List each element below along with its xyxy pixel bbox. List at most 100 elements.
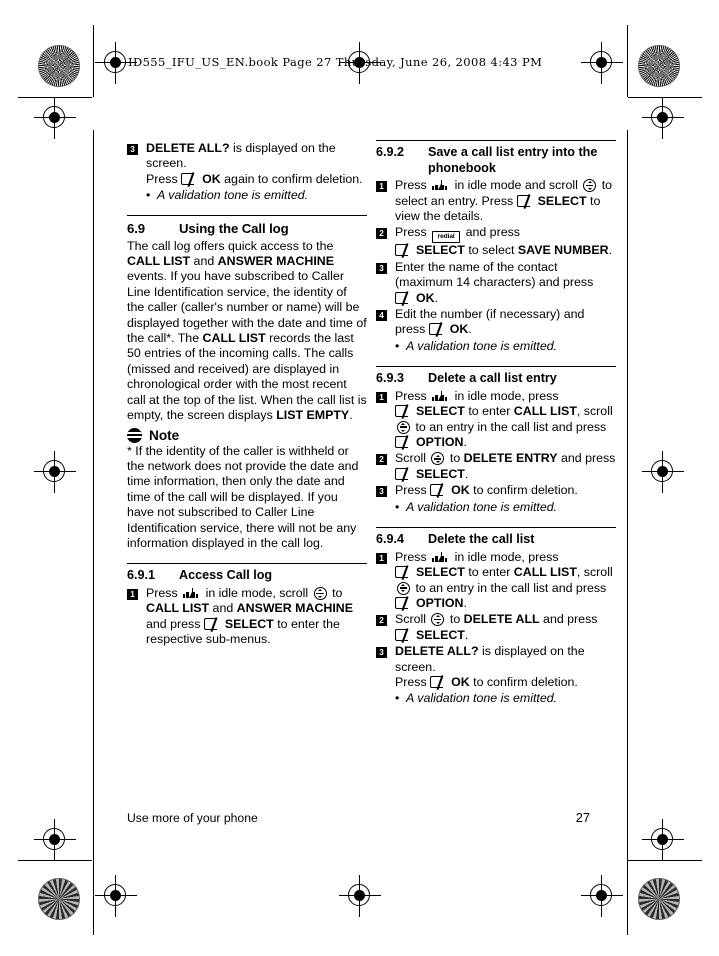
step-text-part: to (446, 612, 464, 627)
step-text: Press redial and press SELECT to select … (395, 225, 616, 259)
list-item: 3 Enter the name of the contact (maximum… (376, 260, 616, 306)
softkey-label: SELECT (416, 466, 465, 481)
step-number: 2 (376, 615, 387, 627)
step-text-part: , scroll (576, 565, 613, 580)
list-item: 3 DELETE ALL? is displayed on the screen… (127, 141, 367, 187)
step-text-part: . (463, 435, 467, 450)
display-text: DELETE ENTRY (463, 451, 558, 466)
bullet-dot: • (146, 188, 151, 203)
softkey-icon (395, 243, 414, 259)
step-number: 3 (376, 486, 387, 498)
list-item: 4 Edit the number (if necessary) and pre… (376, 307, 616, 338)
scroll-icon (431, 452, 445, 466)
display-text: SAVE NUMBER (517, 243, 609, 258)
step-text: Press in idle mode, press SELECT to ente… (395, 550, 616, 612)
step-text-part: Press (395, 225, 431, 240)
step-text: Press in idle mode, press SELECT to ente… (395, 389, 616, 451)
paragraph-bold: CALL LIST (127, 254, 191, 269)
step-text-part: Press (395, 549, 431, 564)
list-item: 1 Press in idle mode, scroll to CALL LIS… (127, 586, 367, 648)
section-number: 6.9.2 (376, 145, 405, 159)
section-title: Delete a call list entry (428, 371, 557, 386)
step-text-part: and (209, 601, 237, 616)
note-bullet: • A validation tone is emitted. (127, 188, 367, 203)
step-number: 2 (376, 454, 387, 466)
step-text-part: Edit the number (if necessary) and press (395, 307, 585, 337)
softkey-label: OK (449, 322, 469, 337)
paragraph-bold: LIST EMPTY (276, 408, 350, 423)
page-content: 3 DELETE ALL? is displayed on the screen… (0, 0, 719, 956)
paragraph-part: and (190, 254, 218, 269)
footer-chapter-title: Use more of your phone (127, 811, 258, 825)
section-title: Using the Call log (179, 220, 289, 236)
step-number: 3 (376, 262, 387, 274)
step-text: Press in idle mode, scroll to CALL LIST … (146, 586, 367, 648)
softkey-icon (430, 483, 449, 499)
paragraph-part: The call log offers quick access to the (127, 238, 334, 253)
section-number: 6.9.4 (376, 532, 405, 547)
list-item: 2 Press redial and press SELECT to selec… (376, 225, 616, 259)
bullet-text: A validation tone is emitted. (406, 499, 558, 514)
softkey-label: SELECT (537, 193, 587, 208)
paragraph-part: . (349, 408, 353, 423)
step-text-part: and press (146, 616, 204, 631)
step-text-part: Press (395, 178, 431, 193)
section-title: Save a call list entry into the phoneboo… (428, 145, 598, 175)
softkey-icon (395, 596, 414, 611)
list-item: 1 Press in idle mode, press SELECT to en… (376, 389, 616, 451)
step-text-part: to confirm deletion. (469, 674, 578, 689)
callid-icon (432, 551, 449, 563)
softkey-label: OPTION (416, 595, 464, 610)
step-number: 1 (376, 552, 387, 564)
bullet-text: A validation tone is emitted. (157, 188, 309, 203)
step-text-part: in idle mode, press (451, 388, 559, 403)
step-text-part: to select (464, 243, 518, 258)
step-text: Edit the number (if necessary) and press… (395, 307, 616, 338)
section-number: 6.9.3 (376, 371, 405, 386)
section-heading-6-9: 6.9 Using the Call log (127, 214, 367, 237)
softkey-label: SELECT (416, 627, 465, 642)
step-text-part: Scroll (395, 612, 430, 627)
note-body: * If the identity of the caller is withh… (127, 443, 359, 550)
step-text: Scroll to DELETE ENTRY and press SELECT. (395, 451, 616, 482)
softkey-icon (430, 675, 449, 690)
callid-icon (432, 179, 449, 191)
display-text: DELETE ALL (463, 612, 540, 627)
step-text-part: in idle mode, press (451, 549, 559, 564)
display-text: DELETE ALL? (146, 141, 230, 155)
softkey-label: SELECT (416, 565, 465, 580)
step-number: 3 (376, 647, 387, 659)
redial-key-icon: redial (432, 231, 461, 244)
callid-icon (432, 390, 449, 402)
step-text-part: to an entry in the call list and press (412, 580, 607, 595)
step-text-part: . (608, 243, 613, 258)
step-text-part: , scroll (576, 404, 613, 419)
bullet-dot: • (395, 338, 400, 353)
step-number: 1 (376, 181, 387, 193)
step-text-part: to confirm deletion. (469, 483, 578, 498)
softkey-label: OPTION (416, 435, 464, 450)
page-footer: Use more of your phone 27 (127, 810, 590, 825)
scroll-icon (583, 179, 597, 193)
step-text: Scroll to DELETE ALL and press SELECT. (395, 612, 616, 643)
display-text: ANSWER MACHINE (236, 601, 354, 616)
step-text-part: Press (146, 171, 182, 186)
note-heading: Note (127, 427, 367, 443)
softkey-icon (395, 290, 414, 306)
step-text-part: and press (539, 612, 598, 627)
step-text-part: . (468, 322, 472, 337)
list-item: 2 Scroll to DELETE ALL and press SELECT. (376, 612, 616, 643)
step-text-part: . (464, 627, 469, 642)
left-column: 3 DELETE ALL? is displayed on the screen… (127, 140, 367, 648)
softkey-label: OK (451, 483, 470, 498)
step-text-part: to (446, 451, 464, 466)
scroll-icon (397, 581, 410, 595)
note-label: Note (149, 427, 180, 443)
section-heading-6-9-2: 6.9.2 Save a call list entry into the ph… (376, 140, 616, 176)
step-text: Press in idle mode and scroll to select … (395, 178, 616, 224)
softkey-label: SELECT (416, 404, 465, 419)
section-title: Access Call log (179, 568, 273, 583)
step-text-part: Enter the name of the contact (maximum 1… (395, 259, 594, 290)
step-text-part: and press (557, 451, 616, 466)
list-item: 3 DELETE ALL? is displayed on the screen… (376, 644, 616, 690)
